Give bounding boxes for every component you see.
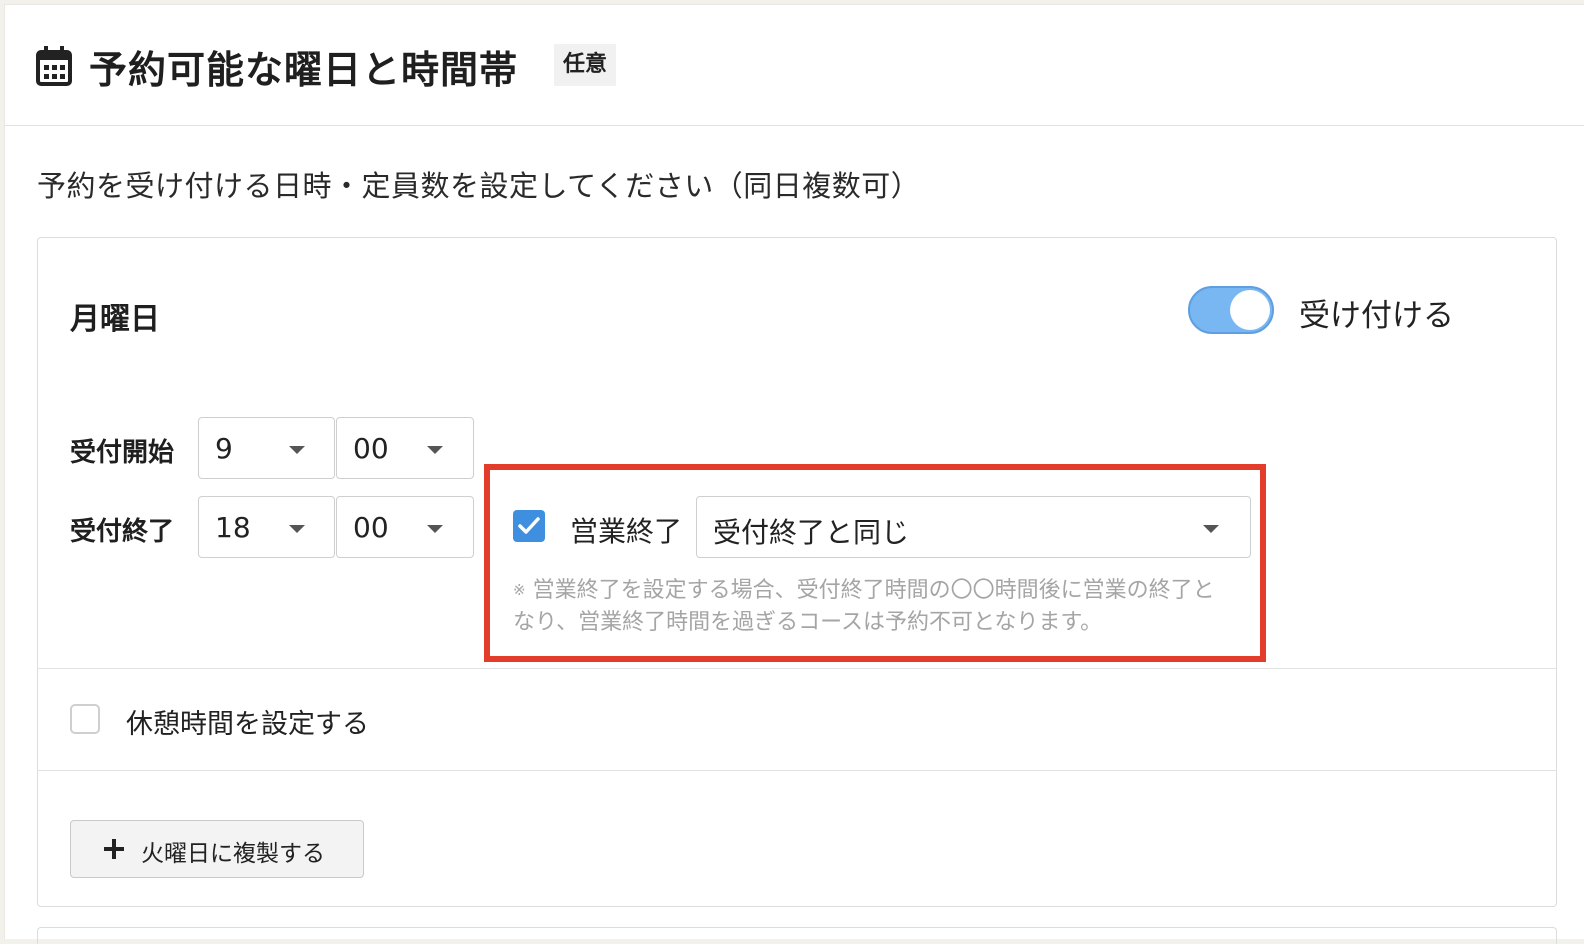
copy-button-label: 火曜日に複製する [141,841,325,867]
end-time-label: 受付終了 [70,517,175,547]
copy-to-tuesday-button[interactable]: 火曜日に複製する [70,820,364,878]
start-hour-select[interactable]: 9 [198,417,335,479]
section-description: 予約を受け付ける日時・定員数を設定してください（同日複数可） [37,169,921,203]
day-name: 月曜日 [70,302,160,337]
end-minute-value: 00 [353,511,389,544]
chevron-down-icon [289,446,305,454]
note-text: 営業終了を設定する場合、受付終了時間の〇〇時間後に営業の終了となり、営業終了時間… [513,578,1215,635]
chevron-down-icon [427,446,443,454]
end-hour-value: 18 [215,511,251,544]
section-header: 予約可能な曜日と時間帯 任意 [5,5,1584,126]
optional-badge: 任意 [554,44,617,86]
section-title: 予約可能な曜日と時間帯 [89,48,519,92]
accept-toggle[interactable] [1188,286,1274,334]
start-minute-value: 00 [353,432,389,465]
divider [38,770,1556,771]
end-minute-select[interactable]: 00 [336,496,474,558]
start-time-label: 受付開始 [70,438,175,468]
day-card-monday: 月曜日 受け付ける 受付開始 9 00 受付終了 18 00 営業終了 受付終了… [37,237,1557,907]
business-end-checkbox[interactable] [513,510,545,542]
chevron-down-icon [289,525,305,533]
note-mark: ※ [513,581,526,599]
start-hour-value: 9 [215,432,233,465]
business-end-value: 受付終了と同じ [713,516,910,549]
calendar-icon [35,45,73,87]
end-hour-select[interactable]: 18 [198,496,335,558]
divider [38,668,1556,669]
chevron-down-icon [427,525,443,533]
start-minute-select[interactable]: 00 [336,417,474,479]
business-end-select[interactable]: 受付終了と同じ [696,496,1251,558]
business-end-note: ※ 営業終了を設定する場合、受付終了時間の〇〇時間後に営業の終了となり、営業終了… [513,574,1233,639]
business-end-label: 営業終了 [570,515,683,548]
break-time-checkbox[interactable] [70,704,100,734]
check-icon [518,517,540,534]
accept-toggle-label: 受け付ける [1299,298,1454,334]
next-day-card-edge [37,927,1557,944]
chevron-down-icon [1203,525,1219,533]
availability-panel: 予約可能な曜日と時間帯 任意 予約を受け付ける日時・定員数を設定してください（同… [4,4,1584,944]
plus-icon [104,839,124,859]
toggle-knob [1230,290,1270,330]
break-time-label: 休憩時間を設定する [126,709,369,740]
